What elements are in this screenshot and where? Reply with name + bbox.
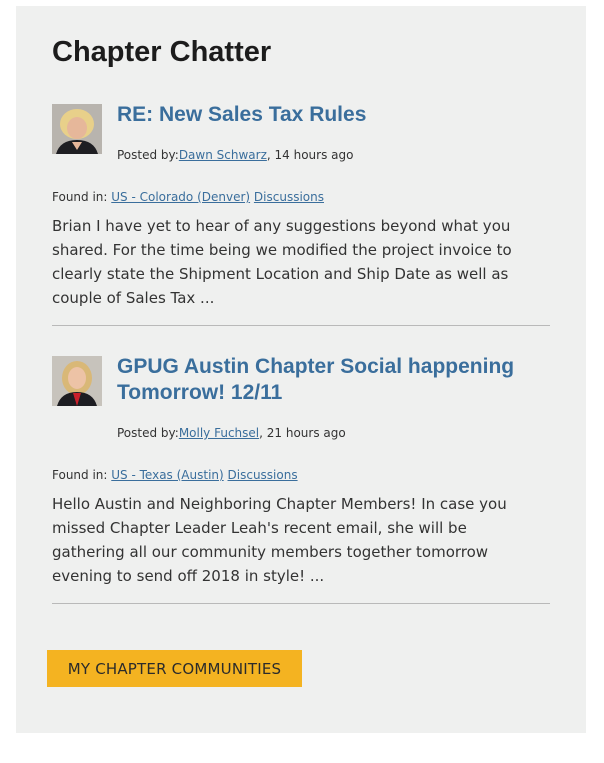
discussions-link[interactable]: Discussions bbox=[254, 190, 324, 204]
post-item: RE: New Sales Tax Rules Posted by:Dawn S… bbox=[52, 102, 550, 307]
posted-by-label: Posted by: bbox=[117, 426, 179, 440]
avatar-photo bbox=[52, 356, 102, 406]
avatar-photo bbox=[52, 104, 102, 154]
discussions-link[interactable]: Discussions bbox=[228, 468, 298, 482]
community-link[interactable]: US - Colorado (Denver) bbox=[111, 190, 250, 204]
divider bbox=[52, 603, 550, 604]
found-in-label: Found in: bbox=[52, 468, 112, 482]
my-chapter-communities-button[interactable]: MY CHAPTER COMMUNITIES bbox=[47, 650, 302, 687]
post-excerpt: Hello Austin and Neighboring Chapter Mem… bbox=[52, 495, 507, 585]
post-item: GPUG Austin Chapter Social happening Tom… bbox=[52, 354, 550, 586]
author-link[interactable]: Molly Fuchsel bbox=[179, 426, 259, 440]
posted-by-label: Posted by: bbox=[117, 148, 179, 162]
chapter-chatter-panel: Chapter Chatter RE: New Sales Tax Rules … bbox=[16, 6, 586, 733]
community-link[interactable]: US - Texas (Austin) bbox=[111, 468, 223, 482]
found-in-label: Found in: bbox=[52, 190, 112, 204]
avatar[interactable] bbox=[52, 104, 102, 154]
found-in: Found in: US - Texas (Austin) Discussion… bbox=[52, 468, 298, 482]
post-title-link[interactable]: GPUG Austin Chapter Social happening Tom… bbox=[117, 354, 537, 406]
avatar[interactable] bbox=[52, 356, 102, 406]
post-time: , 14 hours ago bbox=[266, 148, 354, 162]
post-meta: Posted by:Dawn Schwarz, 14 hours ago bbox=[117, 148, 353, 162]
divider bbox=[52, 325, 550, 326]
post-meta: Posted by:Molly Fuchsel, 21 hours ago bbox=[117, 426, 346, 440]
post-time: , 21 hours ago bbox=[259, 426, 346, 440]
post-title-link[interactable]: RE: New Sales Tax Rules bbox=[117, 102, 537, 128]
author-link[interactable]: Dawn Schwarz bbox=[179, 148, 267, 162]
widget-title: Chapter Chatter bbox=[52, 36, 272, 68]
found-in: Found in: US - Colorado (Denver) Discuss… bbox=[52, 190, 324, 204]
post-excerpt: Brian I have yet to hear of any suggesti… bbox=[52, 217, 512, 307]
